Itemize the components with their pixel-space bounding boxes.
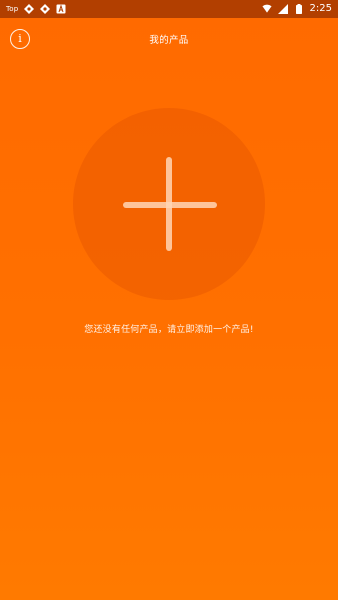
notification-a-icon (56, 4, 66, 14)
battery-icon (294, 4, 304, 14)
plus-icon (73, 108, 265, 300)
status-left: Top (6, 4, 66, 14)
screen: Top 2:25 i 我的产品 您还没有任何产品，请立即添加一个产品! (0, 0, 338, 600)
status-carrier-label: Top (6, 4, 19, 13)
status-bar: Top 2:25 (0, 0, 338, 18)
app-header: i 我的产品 (0, 18, 338, 62)
signal-icon (277, 4, 288, 14)
status-time: 2:25 (309, 3, 332, 14)
notification-diamond-icon-2 (40, 4, 51, 14)
plus-bar-vertical (166, 157, 172, 251)
empty-state-message: 您还没有任何产品，请立即添加一个产品! (84, 325, 254, 335)
add-product-button[interactable] (73, 108, 265, 300)
wifi-icon (261, 4, 272, 14)
status-right: 2:25 (261, 3, 332, 14)
page-title: 我的产品 (149, 35, 189, 46)
notification-diamond-icon (24, 4, 35, 14)
